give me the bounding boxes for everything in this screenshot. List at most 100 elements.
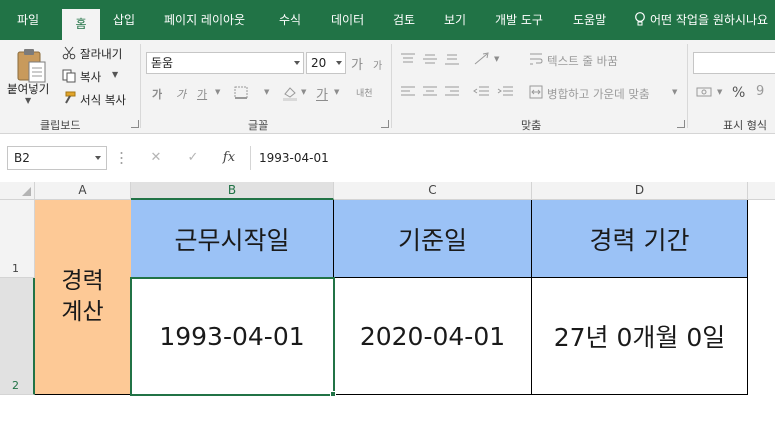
- format-painter-icon: [65, 91, 76, 104]
- paste-button[interactable]: 붙여넣기: [7, 81, 49, 97]
- select-all-icon: [22, 187, 31, 196]
- clipboard-launcher-icon[interactable]: [131, 120, 139, 128]
- wrap-text-button[interactable]: 텍스트 줄 바꿈: [547, 53, 618, 69]
- copy-icon: [62, 69, 76, 83]
- chevron-down-icon: [95, 156, 101, 160]
- border-icon[interactable]: [234, 86, 250, 100]
- merge-center-button[interactable]: 병합하고 가운데 맞춤: [547, 86, 650, 102]
- cell-a1-merged[interactable]: 경력 계산: [35, 200, 131, 395]
- tab-file[interactable]: 파일: [17, 0, 39, 40]
- font-color-button[interactable]: 가: [316, 84, 328, 103]
- align-right-icon[interactable]: [445, 86, 459, 98]
- tab-data[interactable]: 데이터: [331, 0, 364, 40]
- clipboard-group-label: 클립보드: [40, 119, 81, 132]
- tab-home[interactable]: 홈: [62, 9, 100, 40]
- border-dropdown-icon[interactable]: ▼: [264, 88, 269, 96]
- name-box[interactable]: B2: [7, 146, 107, 170]
- group-divider: [140, 44, 141, 128]
- cut-button[interactable]: 잘라내기: [80, 46, 122, 62]
- chevron-down-icon: [336, 61, 342, 65]
- paste-dropdown-icon[interactable]: ▼: [25, 96, 31, 105]
- merge-center-icon: [529, 85, 543, 99]
- copy-button[interactable]: 복사: [80, 69, 101, 85]
- ribbon: 붙여넣기 ▼ 잘라내기 복사 ▼ 서식 복사 클립보드 돋움 20 가 가 가 …: [0, 40, 775, 134]
- shrink-font-button[interactable]: 가: [373, 57, 382, 72]
- tab-developer[interactable]: 개발 도구: [495, 0, 543, 40]
- active-cell-border: [130, 277, 335, 396]
- align-bottom-icon[interactable]: [445, 53, 459, 65]
- underline-button[interactable]: 가: [197, 86, 207, 102]
- group-divider: [687, 44, 688, 128]
- phonetic-button[interactable]: 내천: [356, 86, 373, 99]
- tab-insert[interactable]: 삽입: [113, 0, 135, 40]
- fill-color-icon[interactable]: [282, 85, 298, 101]
- orientation-dropdown-icon[interactable]: ▼: [494, 55, 499, 63]
- wrap-text-icon: [530, 53, 543, 65]
- more-options-icon: [120, 152, 123, 164]
- formula-input[interactable]: 1993-04-01: [250, 146, 775, 170]
- cell-c1[interactable]: 기준일: [334, 200, 532, 278]
- alignment-launcher-icon[interactable]: [677, 120, 685, 128]
- column-header-e[interactable]: [748, 182, 775, 200]
- fill-handle[interactable]: [330, 391, 336, 397]
- number-format-box[interactable]: [693, 52, 775, 74]
- align-middle-icon[interactable]: [423, 53, 437, 65]
- font-name-value: 돋움: [151, 56, 174, 70]
- font-color-dropdown-icon[interactable]: ▼: [334, 88, 339, 96]
- grow-font-button[interactable]: 가: [351, 54, 363, 73]
- column-header-d[interactable]: D: [532, 182, 748, 200]
- accounting-format-icon[interactable]: [696, 85, 714, 99]
- font-name-box[interactable]: 돋움: [146, 52, 304, 74]
- select-all-button[interactable]: [0, 182, 35, 200]
- accounting-dropdown-icon[interactable]: ▼: [717, 88, 722, 96]
- alignment-group-label: 맞춤: [521, 119, 542, 132]
- orientation-icon[interactable]: [473, 52, 491, 66]
- insert-function-button[interactable]: fx: [218, 146, 240, 170]
- cancel-icon[interactable]: ✕: [145, 146, 167, 170]
- paste-icon[interactable]: [16, 48, 48, 84]
- align-left-icon[interactable]: [401, 86, 415, 98]
- tell-me-text: 어떤 작업을 원하시나요: [650, 13, 769, 27]
- decrease-indent-icon[interactable]: [473, 86, 489, 98]
- tell-me-search[interactable]: 어떤 작업을 원하시나요: [634, 0, 768, 40]
- tab-review[interactable]: 검토: [393, 0, 415, 40]
- row-number-1: 1: [12, 262, 19, 275]
- copy-dropdown-icon[interactable]: ▼: [112, 70, 118, 79]
- lightbulb-icon: [635, 12, 645, 26]
- cell-d1[interactable]: 경력 기간: [532, 200, 748, 278]
- row-header-1[interactable]: 1: [0, 200, 35, 278]
- cell-a1-line2: 계산: [61, 299, 104, 325]
- scissors-icon: [62, 46, 76, 60]
- merge-dropdown-icon[interactable]: ▼: [672, 88, 677, 96]
- font-size-box[interactable]: 20: [306, 52, 346, 74]
- cell-c2[interactable]: 2020-04-01: [334, 278, 532, 395]
- cell-a1-line1: 경력: [61, 267, 104, 294]
- chevron-down-icon: [294, 61, 300, 65]
- cell-b1[interactable]: 근무시작일: [131, 200, 334, 278]
- cell-d2[interactable]: 27년 0개월 0일: [532, 278, 748, 395]
- fill-color-dropdown-icon[interactable]: ▼: [301, 88, 306, 96]
- name-box-value: B2: [14, 151, 30, 165]
- align-center-icon[interactable]: [423, 86, 437, 98]
- tab-view[interactable]: 보기: [444, 0, 466, 40]
- menu-bar: 파일 홈 삽입 페이지 레이아웃 수식 데이터 검토 보기 개발 도구 도움말 …: [0, 0, 775, 40]
- tab-page-layout[interactable]: 페이지 레이아웃: [164, 0, 245, 40]
- font-launcher-icon[interactable]: [381, 120, 389, 128]
- tab-help[interactable]: 도움말: [573, 0, 606, 40]
- align-top-icon[interactable]: [401, 53, 415, 65]
- font-size-value: 20: [311, 56, 327, 70]
- row-header-2[interactable]: 2: [0, 278, 35, 395]
- font-group-label: 글꼴: [248, 119, 269, 132]
- column-header-a[interactable]: A: [35, 182, 131, 200]
- italic-button[interactable]: 가: [176, 86, 186, 102]
- bold-button[interactable]: 가: [152, 86, 162, 102]
- underline-dropdown-icon[interactable]: ▼: [215, 88, 220, 96]
- column-header-c[interactable]: C: [334, 182, 532, 200]
- increase-indent-icon[interactable]: [497, 86, 513, 98]
- comma-style-button[interactable]: 9: [756, 84, 764, 99]
- column-header-b[interactable]: B: [131, 182, 334, 200]
- percent-button[interactable]: %: [732, 85, 745, 101]
- enter-icon[interactable]: ✓: [182, 146, 204, 170]
- format-painter-button[interactable]: 서식 복사: [80, 92, 126, 108]
- tab-formulas[interactable]: 수식: [279, 0, 301, 40]
